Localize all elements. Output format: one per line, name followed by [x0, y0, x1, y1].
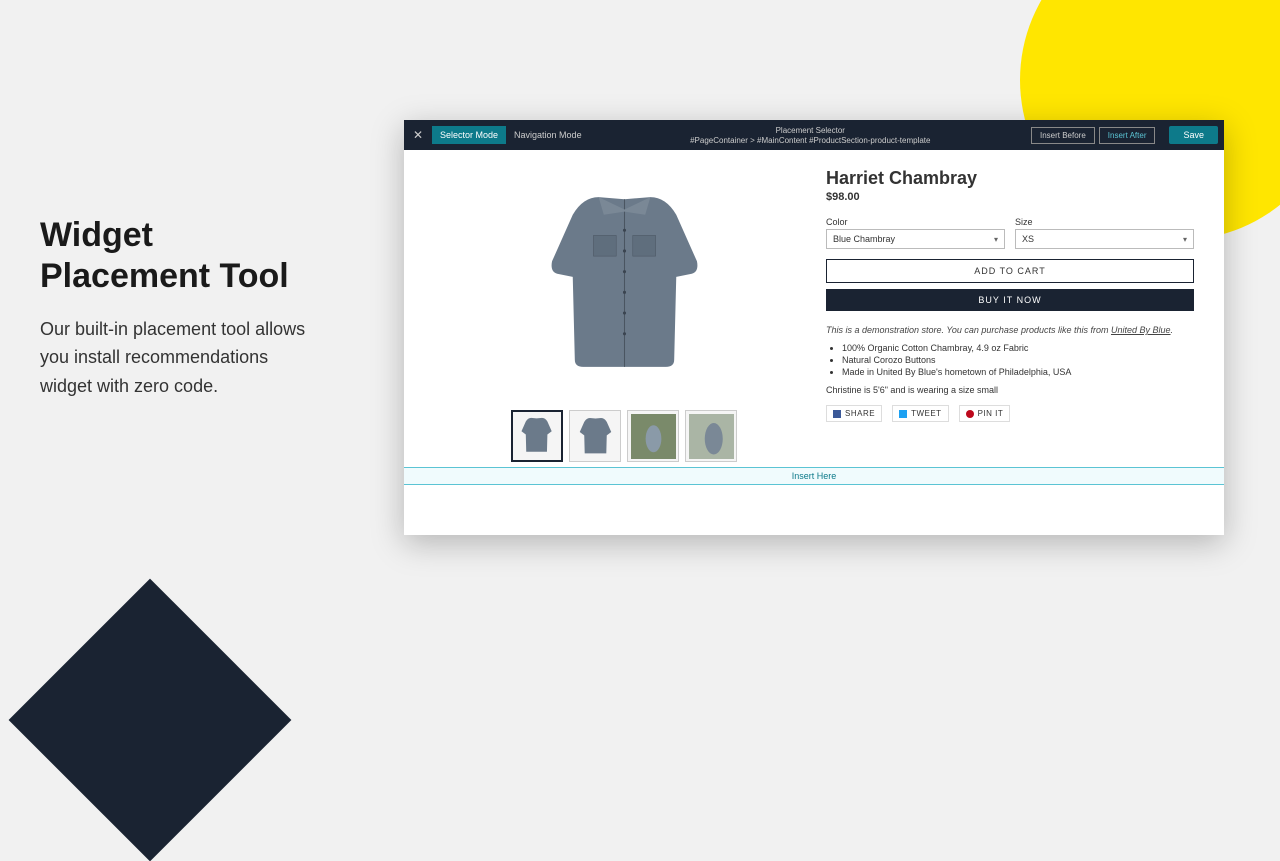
product-main-image [509, 162, 739, 402]
color-label: Color [826, 217, 1005, 227]
thumbnail-row [511, 410, 737, 462]
thumbnail-1[interactable] [511, 410, 563, 462]
insert-here-marker[interactable]: Insert Here [404, 467, 1224, 485]
facebook-icon [833, 410, 841, 418]
twitter-icon [899, 410, 907, 418]
selector-mode-button[interactable]: Selector Mode [432, 126, 506, 144]
navigation-mode-button[interactable]: Navigation Mode [506, 126, 590, 144]
product-gallery [424, 162, 824, 467]
model-fit-note: Christine is 5'6" and is wearing a size … [826, 385, 1194, 395]
size-select-value: XS [1022, 234, 1034, 244]
product-price: $98.00 [826, 191, 1194, 203]
product-details: Harriet Chambray $98.00 Color Blue Chamb… [824, 162, 1204, 467]
variant-options: Color Blue Chambray ▾ Size XS ▾ [826, 217, 1194, 249]
size-option: Size XS ▾ [1015, 217, 1194, 249]
share-pinterest-button[interactable]: PIN IT [959, 405, 1011, 422]
demo-store-note: This is a demonstration store. You can p… [826, 325, 1194, 335]
close-icon[interactable]: ✕ [410, 127, 426, 143]
list-item: Made in United By Blue's hometown of Phi… [842, 367, 1194, 377]
product-title: Harriet Chambray [826, 168, 1194, 189]
list-item: Natural Corozo Buttons [842, 355, 1194, 365]
add-to-cart-button[interactable]: ADD TO CART [826, 259, 1194, 283]
insert-before-button[interactable]: Insert Before [1031, 127, 1095, 144]
thumbnail-2[interactable] [569, 410, 621, 462]
preview-whitespace [404, 485, 1224, 535]
list-item: 100% Organic Cotton Chambray, 4.9 oz Fab… [842, 343, 1194, 353]
toolbar-center-info: Placement Selector #PageContainer > #Mai… [596, 126, 1025, 145]
pinterest-icon [966, 410, 974, 418]
placement-toolbar: ✕ Selector Mode Navigation Mode Placemen… [404, 120, 1224, 150]
save-button[interactable]: Save [1169, 126, 1218, 144]
color-option: Color Blue Chambray ▾ [826, 217, 1005, 249]
insert-after-button[interactable]: Insert After [1099, 127, 1156, 144]
feature-list: 100% Organic Cotton Chambray, 4.9 oz Fab… [842, 343, 1194, 377]
marketing-body: Our built-in placement tool allows you i… [40, 315, 320, 401]
buy-now-button[interactable]: BUY IT NOW [826, 289, 1194, 311]
shirt-illustration [521, 174, 728, 390]
insert-position-group: Insert Before Insert After [1031, 127, 1156, 144]
css-path-breadcrumb: #PageContainer > #MainContent #ProductSe… [596, 136, 1025, 145]
size-label: Size [1015, 217, 1194, 227]
color-select-value: Blue Chambray [833, 234, 895, 244]
share-facebook-button[interactable]: SHARE [826, 405, 882, 422]
marketing-copy: Widget Placement Tool Our built-in place… [40, 215, 320, 401]
size-select[interactable]: XS ▾ [1015, 229, 1194, 249]
brand-link[interactable]: United By Blue [1111, 325, 1171, 335]
color-select[interactable]: Blue Chambray ▾ [826, 229, 1005, 249]
placement-selector-title: Placement Selector [596, 126, 1025, 135]
marketing-heading: Widget Placement Tool [40, 215, 320, 297]
mode-toggle: Selector Mode Navigation Mode [432, 126, 590, 144]
thumbnail-4[interactable] [685, 410, 737, 462]
chevron-down-icon: ▾ [1183, 235, 1187, 244]
placement-tool-window: ✕ Selector Mode Navigation Mode Placemen… [404, 120, 1224, 535]
product-preview: Harriet Chambray $98.00 Color Blue Chamb… [404, 150, 1224, 467]
share-twitter-button[interactable]: TWEET [892, 405, 949, 422]
social-share-row: SHARE TWEET PIN IT [826, 405, 1194, 422]
chevron-down-icon: ▾ [994, 235, 998, 244]
thumbnail-3[interactable] [627, 410, 679, 462]
